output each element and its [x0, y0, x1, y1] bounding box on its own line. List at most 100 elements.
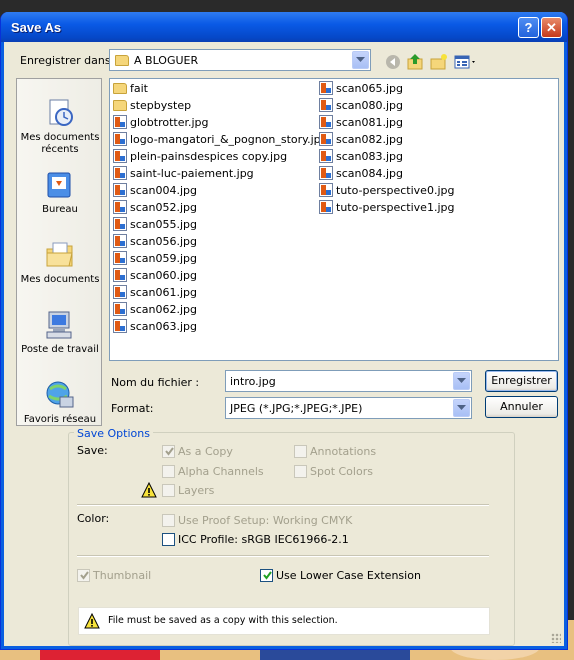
save-in-dropdown[interactable]: A BLOGUER	[109, 49, 371, 71]
file-item[interactable]: saint-luc-paiement.jpg	[113, 166, 254, 183]
file-item[interactable]: tuto-perspective0.jpg	[319, 183, 454, 200]
place-label: Bureau	[42, 204, 78, 215]
file-name: scan083.jpg	[336, 150, 404, 163]
file-item[interactable]: scan059.jpg	[113, 251, 197, 268]
file-name: scan059.jpg	[130, 252, 198, 265]
file-name: scan004.jpg	[130, 184, 198, 197]
lowercase-extension-checkbox[interactable]	[260, 569, 273, 582]
file-name: scan081.jpg	[336, 116, 404, 129]
icc-profile-label: ICC Profile: sRGB IEC61966-2.1	[178, 533, 349, 546]
my-computer-icon	[44, 309, 76, 341]
file-item[interactable]: scan081.jpg	[319, 115, 403, 132]
resize-grip[interactable]	[551, 633, 561, 643]
place-network[interactable]: Favoris réseau	[17, 379, 101, 425]
image-file-icon	[113, 132, 127, 146]
save-label: Save:	[77, 444, 108, 457]
use-proof-setup-checkbox[interactable]	[162, 514, 175, 527]
file-item[interactable]: tuto-perspective1.jpg	[319, 200, 454, 217]
alpha-channels-checkbox[interactable]	[162, 465, 175, 478]
help-button[interactable]: ?	[518, 17, 539, 38]
file-name: globtrotter.jpg	[130, 116, 209, 129]
title-bar[interactable]: Save As ? ✕	[1, 12, 567, 42]
thumbnail-checkbox[interactable]	[77, 569, 90, 582]
place-desktop[interactable]: Bureau	[17, 169, 101, 216]
save-button[interactable]: Enregistrer	[485, 370, 558, 392]
cancel-button[interactable]: Annuler	[485, 396, 558, 418]
file-item[interactable]: fait	[113, 81, 148, 98]
as-a-copy-checkbox[interactable]	[162, 445, 175, 458]
warning-text: File must be saved as a copy with this s…	[108, 615, 338, 626]
file-item[interactable]: scan004.jpg	[113, 183, 197, 200]
icc-profile-checkbox[interactable]	[162, 533, 175, 546]
view-menu-icon[interactable]	[453, 52, 479, 72]
file-item[interactable]: scan061.jpg	[113, 285, 197, 302]
lowercase-extension-label: Use Lower Case Extension	[276, 569, 421, 582]
layers-checkbox[interactable]	[162, 484, 175, 497]
chevron-down-icon[interactable]	[453, 372, 470, 390]
file-item[interactable]: scan063.jpg	[113, 319, 197, 336]
image-file-icon	[319, 81, 333, 95]
image-file-icon	[319, 166, 333, 180]
chevron-down-icon[interactable]	[352, 51, 369, 69]
file-item[interactable]: logo-mangatori_&_pognon_story.jpg	[113, 132, 328, 149]
network-places-icon	[44, 379, 76, 411]
spot-colors-checkbox[interactable]	[294, 465, 307, 478]
save-in-value: A BLOGUER	[134, 54, 199, 67]
annotations-checkbox[interactable]	[294, 445, 307, 458]
image-file-icon	[113, 268, 127, 282]
annotations-label: Annotations	[310, 445, 377, 458]
place-recent-documents[interactable]: Mes documents récents	[17, 97, 101, 156]
place-label: Favoris réseau	[23, 414, 97, 425]
file-item[interactable]: stepbystep	[113, 98, 191, 115]
new-folder-icon[interactable]	[429, 52, 449, 72]
my-documents-icon	[44, 239, 76, 271]
image-file-icon	[113, 251, 127, 265]
file-item[interactable]: scan060.jpg	[113, 268, 197, 285]
image-file-icon	[113, 302, 127, 316]
folder-icon	[113, 83, 127, 94]
layers-label: Layers	[178, 484, 215, 497]
file-item[interactable]: scan056.jpg	[113, 234, 197, 251]
file-item[interactable]: scan084.jpg	[319, 166, 403, 183]
filename-value: intro.jpg	[230, 375, 276, 388]
folder-icon	[113, 100, 127, 111]
file-item[interactable]: plein-painsdespices copy.jpg	[113, 149, 287, 166]
thumbnail-label: Thumbnail	[93, 569, 152, 582]
format-dropdown[interactable]: JPEG (*.JPG;*.JPEG;*.JPE)	[225, 397, 472, 419]
back-icon[interactable]	[383, 52, 403, 72]
file-item[interactable]: scan062.jpg	[113, 302, 197, 319]
file-name: scan060.jpg	[130, 269, 198, 282]
file-item[interactable]: globtrotter.jpg	[113, 115, 209, 132]
places-bar: Mes documents récents Bureau Mes documen…	[16, 78, 102, 426]
warning-icon	[141, 481, 157, 498]
file-item[interactable]: scan083.jpg	[319, 149, 403, 166]
file-item[interactable]: scan055.jpg	[113, 217, 197, 234]
image-file-icon	[113, 183, 127, 197]
recent-documents-icon	[44, 97, 76, 129]
format-label: Format:	[111, 402, 154, 415]
warning-message-box: File must be saved as a copy with this s…	[78, 607, 490, 635]
file-item[interactable]: scan080.jpg	[319, 98, 403, 115]
file-name: plein-painsdespices copy.jpg	[130, 150, 288, 163]
file-name: scan056.jpg	[130, 235, 198, 248]
place-my-computer[interactable]: Poste de travail	[17, 309, 101, 356]
image-file-icon	[113, 149, 127, 163]
close-button[interactable]: ✕	[541, 17, 562, 38]
chevron-down-icon[interactable]	[453, 399, 470, 417]
file-item[interactable]: scan082.jpg	[319, 132, 403, 149]
file-item[interactable]: scan052.jpg	[113, 200, 197, 217]
place-my-documents[interactable]: Mes documents	[17, 239, 101, 286]
up-folder-icon[interactable]	[406, 52, 426, 72]
file-list[interactable]: fait stepbystep globtrotter.jpg logo-mangat…	[109, 78, 559, 361]
save-options-title: Save Options	[74, 427, 153, 440]
image-file-icon	[113, 234, 127, 248]
file-name: scan082.jpg	[336, 133, 404, 146]
as-a-copy-label: As a Copy	[178, 445, 233, 458]
place-label: Poste de travail	[21, 344, 99, 355]
image-file-icon	[319, 115, 333, 129]
file-item[interactable]: scan065.jpg	[319, 81, 403, 98]
file-name: scan055.jpg	[130, 218, 198, 231]
filename-input[interactable]: intro.jpg	[225, 370, 472, 392]
spot-colors-label: Spot Colors	[310, 465, 373, 478]
image-file-icon	[113, 200, 127, 214]
